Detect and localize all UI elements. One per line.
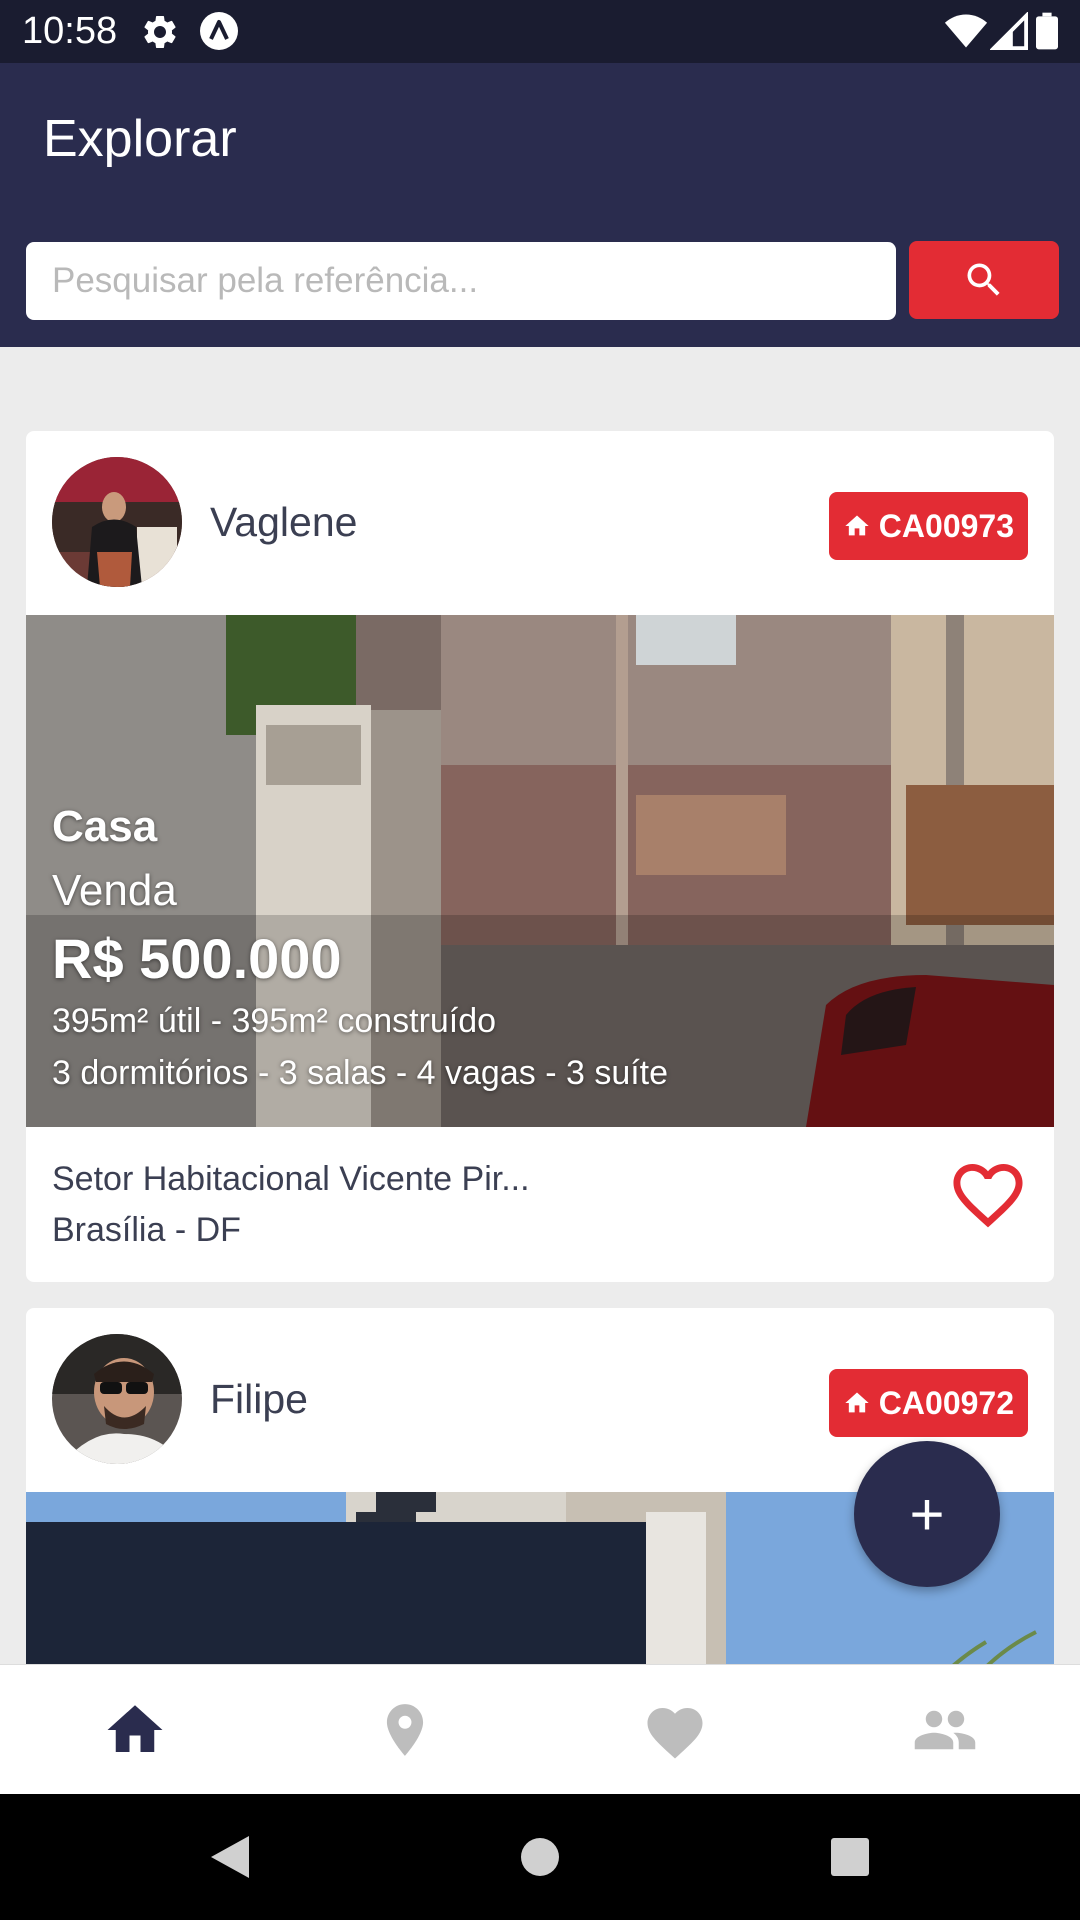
status-bar: 10:58 [0,0,1080,63]
app-logo-icon [200,12,238,50]
back-button[interactable] [190,1794,270,1920]
property-city: Brasília - DF [52,1211,241,1249]
property-photo[interactable]: Casa Venda R$ 500.000 395m² útil - 395m²… [26,615,1054,1127]
heart-icon [647,1708,703,1759]
map-pin-icon [386,1704,424,1756]
people-icon [914,1710,976,1750]
nav-home[interactable] [0,1665,270,1795]
home-circle-icon [521,1838,559,1876]
property-rooms: 3 dormitórios - 3 salas - 4 vagas - 3 su… [52,1054,669,1092]
property-type: Casa [52,802,158,851]
home-icon [845,515,869,536]
property-summary: Casa Venda R$ 500.000 395m² útil - 395m²… [52,795,668,1099]
search-icon [967,263,1000,296]
home-nav-button[interactable] [500,1794,580,1920]
nav-map[interactable] [270,1665,540,1795]
add-listing-button[interactable]: + [854,1441,1000,1587]
bottom-navigation [0,1664,1080,1794]
system-navigation-bar [0,1794,1080,1920]
battery-icon [1036,12,1058,50]
recents-button[interactable] [810,1794,890,1920]
wifi-icon [944,14,988,48]
avatar [52,1334,182,1464]
reference-badge[interactable]: CA00972 [828,1369,1028,1437]
reference-code: CA00972 [878,1384,1014,1421]
property-area: 395m² útil - 395m² construído [52,1002,497,1040]
reference-code: CA00973 [878,507,1014,544]
nav-favorites[interactable] [540,1665,810,1795]
gear-icon [144,15,176,48]
property-price: R$ 500.000 [52,927,342,990]
search-input[interactable] [26,242,896,320]
heart-outline-icon [953,1164,1023,1228]
property-deal: Venda [52,866,177,915]
home-icon [845,1392,869,1413]
avatar [52,457,182,587]
search-button[interactable] [909,241,1059,319]
owner-name: Vaglene [210,499,358,545]
back-icon [211,1836,249,1878]
page-title: Explorar [43,110,237,168]
recents-icon [831,1838,869,1876]
signal-icon [990,12,1028,50]
property-address: Setor Habitacional Vicente Pir... [52,1160,530,1198]
owner-name: Filipe [210,1376,308,1422]
nav-people[interactable] [810,1665,1080,1795]
app-header: Explorar [0,63,1080,347]
reference-badge[interactable]: CA00973 [828,492,1028,560]
listing-card[interactable]: Vaglene CA00973 Casa Venda R$ 500.000 39… [26,431,1054,1282]
favorite-button[interactable] [946,1164,1030,1240]
home-icon [107,1705,163,1752]
add-label: + [909,1480,945,1548]
status-time: 10:58 [22,10,118,52]
